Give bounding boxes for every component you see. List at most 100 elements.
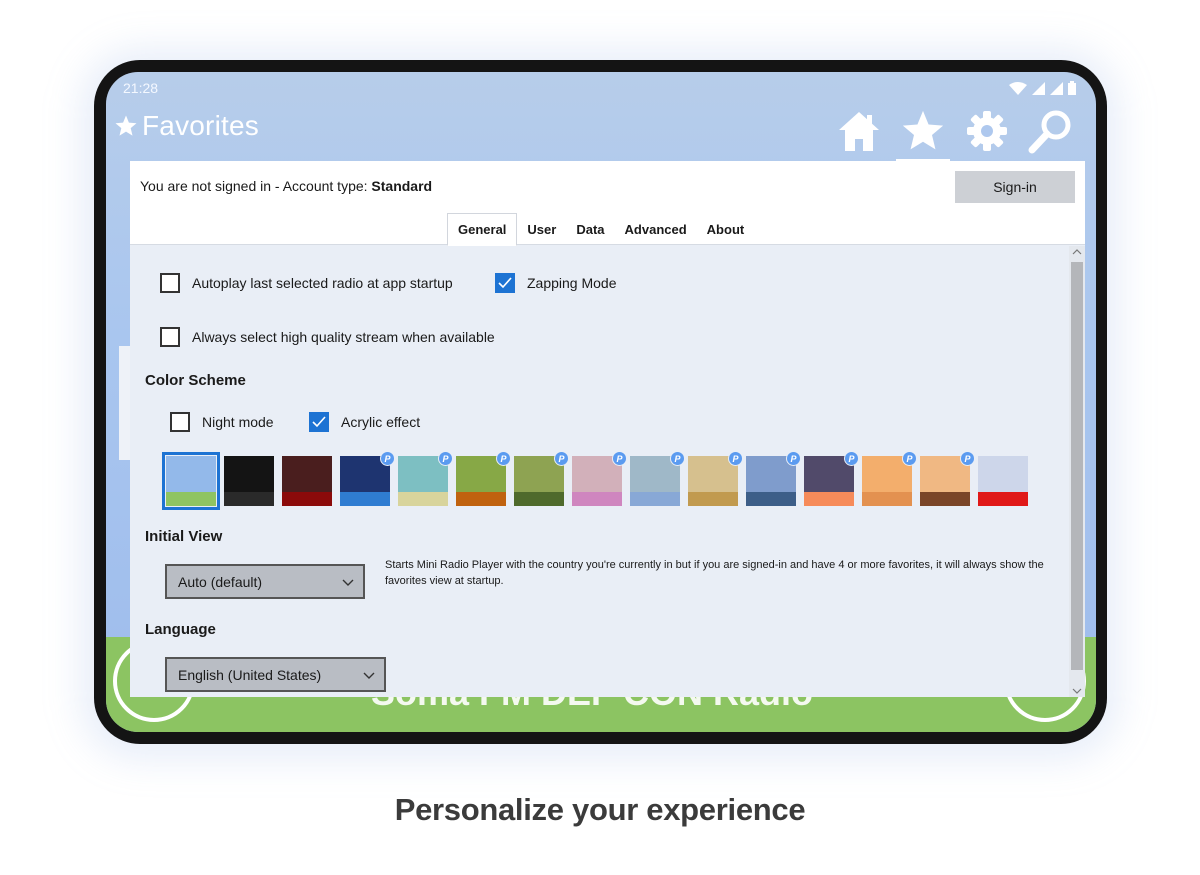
swatch-top-color <box>282 456 332 492</box>
language-title: Language <box>145 621 216 638</box>
night-mode-checkbox[interactable] <box>170 412 190 432</box>
premium-badge-icon: P <box>844 451 859 466</box>
swatch-bottom-color <box>340 492 390 506</box>
nav-search-button[interactable] <box>1026 106 1076 156</box>
account-status-text: You are not signed in - Account type: <box>140 178 372 194</box>
color-swatch[interactable]: P <box>398 451 453 506</box>
swatch-bottom-color <box>746 492 796 506</box>
color-swatch[interactable]: P <box>630 451 685 506</box>
initial-view-title: Initial View <box>145 528 223 545</box>
zapping-label: Zapping Mode <box>527 275 617 291</box>
color-swatch[interactable]: P <box>804 451 859 506</box>
color-swatch[interactable] <box>282 456 332 506</box>
swatch-bottom-color <box>862 492 912 506</box>
color-swatch[interactable]: P <box>688 451 743 506</box>
settings-scrollbar[interactable] <box>1069 246 1085 697</box>
initial-view-description: Starts Mini Radio Player with the countr… <box>385 559 1044 587</box>
settings-panel: You are not signed in - Account type: St… <box>130 161 1085 697</box>
color-swatch[interactable] <box>162 452 220 510</box>
nav-settings-button[interactable] <box>962 106 1012 156</box>
color-swatch[interactable]: P <box>340 451 395 506</box>
sign-in-button[interactable]: Sign-in <box>955 171 1075 203</box>
swatch-top-color <box>978 456 1028 492</box>
zapping-checkbox[interactable] <box>495 273 515 293</box>
premium-badge-icon: P <box>728 451 743 466</box>
home-icon <box>839 112 879 151</box>
premium-badge-icon: P <box>496 451 511 466</box>
swatch-top-color <box>224 456 274 492</box>
initial-view-value: Auto (default) <box>178 573 263 590</box>
color-swatch[interactable] <box>978 456 1028 506</box>
swatch-bottom-color <box>804 492 854 506</box>
swatch-bottom-color <box>282 492 332 506</box>
top-navigation <box>834 106 1076 162</box>
high-quality-checkbox[interactable] <box>160 327 180 347</box>
premium-badge-icon: P <box>438 451 453 466</box>
language-select[interactable]: English (United States) <box>165 657 386 692</box>
checkmark-icon <box>312 416 326 428</box>
tablet-screen: 21:28 Favorites You are not signed in - … <box>106 72 1096 732</box>
settings-tabs: General User Data Advanced About <box>447 213 755 246</box>
premium-badge-icon: P <box>902 451 917 466</box>
app-title-text: Favorites <box>142 110 259 141</box>
signal-icon <box>1032 81 1045 95</box>
zapping-option[interactable]: Zapping Mode <box>495 273 617 293</box>
premium-badge-icon: P <box>612 451 627 466</box>
signal-icon <box>1050 81 1063 95</box>
swatch-bottom-color <box>514 492 564 506</box>
gear-icon <box>967 111 1007 151</box>
star-icon <box>115 115 137 136</box>
color-swatches: PPPPPPPPPPP <box>162 451 1028 510</box>
chevron-down-icon <box>342 579 354 586</box>
swatch-bottom-color <box>398 492 448 506</box>
scroll-up-icon[interactable] <box>1072 248 1082 256</box>
tab-user[interactable]: User <box>517 213 566 245</box>
autoplay-label: Autoplay last selected radio at app star… <box>192 275 453 291</box>
color-swatch[interactable]: P <box>456 451 511 506</box>
scroll-down-icon[interactable] <box>1072 687 1082 695</box>
nav-home-button[interactable] <box>834 106 884 156</box>
wifi-icon <box>1009 81 1027 95</box>
color-swatch[interactable]: P <box>514 451 569 506</box>
premium-badge-icon: P <box>786 451 801 466</box>
high-quality-label: Always select high quality stream when a… <box>192 329 495 345</box>
initial-view-select[interactable]: Auto (default) <box>165 564 365 599</box>
swatch-bottom-color <box>166 492 216 506</box>
swatch-bottom-color <box>978 492 1028 506</box>
status-icons <box>1009 81 1076 95</box>
star-icon <box>902 110 944 150</box>
autoplay-option[interactable]: Autoplay last selected radio at app star… <box>160 273 453 293</box>
scrollbar-thumb[interactable] <box>1071 262 1083 670</box>
tab-about[interactable]: About <box>697 213 755 245</box>
swatch-bottom-color <box>920 492 970 506</box>
swatch-bottom-color <box>456 492 506 506</box>
color-swatch[interactable]: P <box>920 451 975 506</box>
battery-icon <box>1068 81 1076 95</box>
acrylic-checkbox[interactable] <box>309 412 329 432</box>
color-swatch[interactable]: P <box>862 451 917 506</box>
color-swatch[interactable]: P <box>746 451 801 506</box>
nav-favorites-button[interactable] <box>896 106 950 162</box>
general-settings: Autoplay last selected radio at app star… <box>130 246 1070 697</box>
color-swatch[interactable] <box>224 456 274 506</box>
swatch-bottom-color <box>572 492 622 506</box>
autoplay-checkbox[interactable] <box>160 273 180 293</box>
acrylic-label: Acrylic effect <box>341 414 421 430</box>
high-quality-option[interactable]: Always select high quality stream when a… <box>160 327 495 347</box>
premium-badge-icon: P <box>960 451 975 466</box>
swatch-top-color <box>166 456 216 492</box>
account-status: You are not signed in - Account type: St… <box>140 178 432 194</box>
swatch-bottom-color <box>630 492 680 506</box>
acrylic-option[interactable]: Acrylic effect <box>309 412 420 432</box>
premium-badge-icon: P <box>380 451 395 466</box>
language-value: English (United States) <box>178 666 322 683</box>
swatch-bottom-color <box>224 492 274 506</box>
tab-advanced[interactable]: Advanced <box>615 213 697 245</box>
premium-badge-icon: P <box>670 451 685 466</box>
tab-data[interactable]: Data <box>566 213 614 245</box>
tab-general[interactable]: General <box>447 213 518 246</box>
color-swatch[interactable]: P <box>572 451 627 506</box>
night-mode-label: Night mode <box>202 414 274 430</box>
night-mode-option[interactable]: Night mode <box>170 412 274 432</box>
promo-caption: Personalize your experience <box>394 792 806 827</box>
